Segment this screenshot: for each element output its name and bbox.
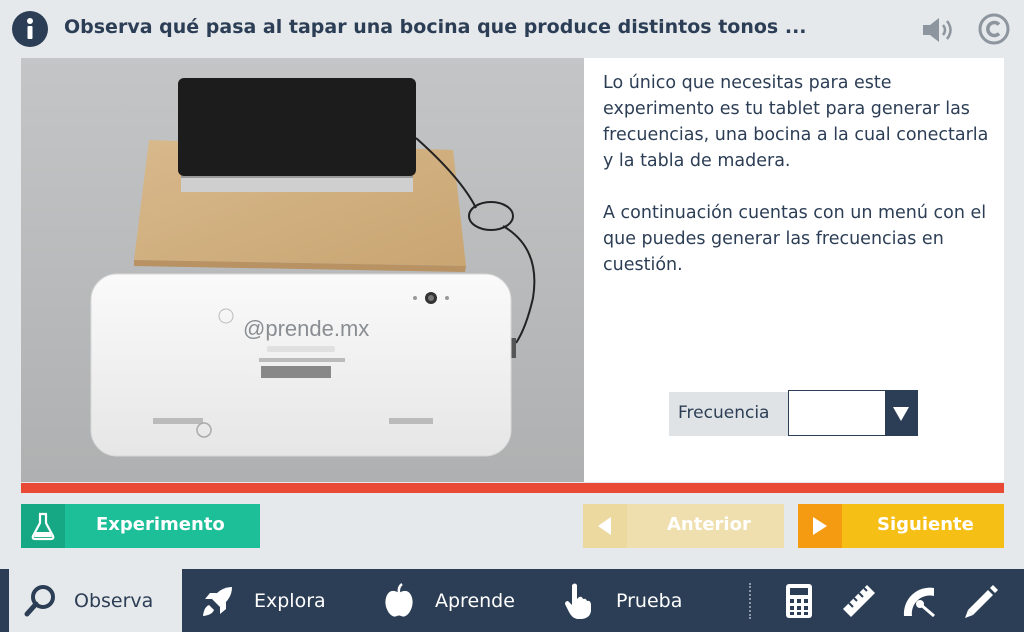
next-button[interactable]: Siguiente [798, 504, 1004, 548]
previous-button[interactable]: Anterior [583, 504, 784, 548]
bottom-navbar: Observa Explora Aprende Prueba [0, 569, 1024, 632]
tab-observa[interactable]: Observa [9, 569, 182, 632]
progress-bar [21, 483, 1004, 493]
tab-observa-label: Observa [74, 590, 154, 612]
instruction-paragraph-2: A continuación cuentas con un menú con e… [603, 203, 987, 275]
experiment-photo: @prende.mx [21, 58, 584, 482]
tab-prueba[interactable]: Prueba [542, 569, 722, 632]
pointer-hand-icon [565, 583, 591, 619]
tab-aprende-label: Aprende [435, 590, 515, 612]
arrow-left-icon [583, 504, 627, 548]
flask-icon [21, 504, 65, 548]
frequency-dropdown[interactable] [788, 390, 918, 436]
speaker-icon[interactable] [921, 15, 957, 45]
content-panel: @prende.mx Lo único que necesitas para e… [21, 58, 1004, 482]
dropdown-arrow-icon[interactable] [885, 391, 917, 435]
instructions-text: Lo único que necesitas para este experim… [603, 70, 998, 304]
ruler-icon[interactable] [840, 582, 878, 620]
tablet-brand-logo: @prende.mx [243, 316, 370, 341]
apple-icon [385, 583, 413, 617]
info-icon[interactable] [12, 11, 48, 47]
header: Observa qué pasa al tapar una bocina que… [0, 0, 1024, 58]
magnifier-icon [24, 585, 55, 617]
instruction-paragraph-1: Lo único que necesitas para este experim… [603, 73, 989, 171]
protractor-icon[interactable] [900, 582, 938, 620]
calculator-icon[interactable] [780, 582, 818, 620]
next-button-label: Siguiente [877, 514, 974, 535]
copyright-icon[interactable] [977, 12, 1011, 46]
tab-prueba-label: Prueba [616, 590, 683, 612]
previous-button-label: Anterior [667, 514, 751, 535]
frequency-label-box: Frecuencia [669, 392, 789, 436]
frequency-label: Frecuencia [678, 403, 770, 423]
experiment-button-label: Experimento [96, 514, 225, 535]
tab-aprende[interactable]: Aprende [362, 569, 542, 632]
tab-explora-label: Explora [254, 590, 326, 612]
experiment-button[interactable]: Experimento [21, 504, 260, 548]
nav-divider [749, 583, 751, 619]
tab-explora[interactable]: Explora [182, 569, 362, 632]
page-title: Observa qué pasa al tapar una bocina que… [64, 16, 807, 38]
arrow-right-icon [798, 504, 842, 548]
pencil-icon[interactable] [962, 582, 1000, 620]
rocket-icon [203, 587, 232, 616]
